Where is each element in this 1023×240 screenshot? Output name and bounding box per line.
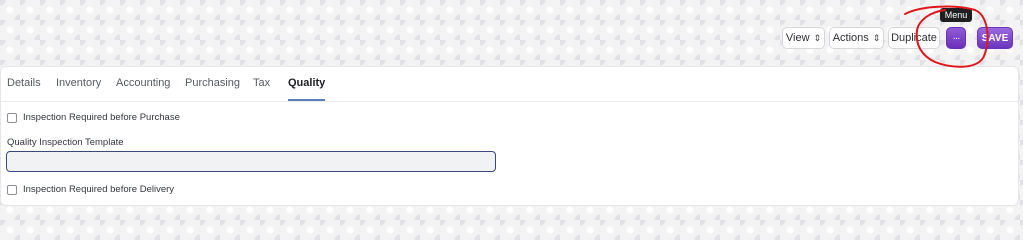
tab-quality[interactable]: Quality [288, 77, 326, 101]
tab-bar: Details Inventory Accounting Purchasing … [1, 67, 1018, 102]
tab-tax[interactable]: Tax [253, 77, 270, 89]
inspection-delivery-label: Inspection Required before Delivery [23, 184, 175, 195]
sort-caret-icon: ⇕ [813, 32, 822, 43]
quality-template-input[interactable] [6, 151, 496, 172]
inspection-purchase-row: Inspection Required before Purchase [7, 112, 180, 123]
save-button[interactable]: SAVE [977, 27, 1013, 49]
menu-tooltip: Menu [940, 8, 972, 22]
duplicate-button[interactable]: Duplicate [888, 27, 940, 49]
view-label: View [785, 32, 810, 44]
inspection-purchase-label: Inspection Required before Purchase [23, 112, 180, 123]
inspection-delivery-checkbox[interactable] [7, 184, 17, 195]
view-dropdown-button[interactable]: View ⇕ [782, 27, 825, 49]
inspection-delivery-row: Inspection Required before Delivery [7, 184, 174, 195]
inspection-purchase-checkbox[interactable] [7, 112, 17, 123]
save-label: SAVE [981, 32, 1009, 44]
actions-label: Actions [832, 32, 869, 44]
tab-accounting[interactable]: Accounting [116, 77, 170, 89]
menu-button[interactable]: ··· [946, 27, 966, 49]
page-toolbar: Menu View ⇕ Actions ⇕ Duplicate ··· SAVE [0, 0, 1023, 60]
sort-caret-icon: ⇕ [872, 32, 881, 43]
actions-dropdown-button[interactable]: Actions ⇕ [829, 27, 884, 49]
tab-purchasing[interactable]: Purchasing [185, 77, 240, 89]
tab-inventory[interactable]: Inventory [56, 77, 101, 89]
template-field-label: Quality Inspection Template [7, 137, 124, 148]
duplicate-label: Duplicate [891, 32, 937, 44]
item-form-panel: Details Inventory Accounting Purchasing … [0, 66, 1019, 206]
tab-details[interactable]: Details [7, 77, 41, 89]
ellipsis-icon: ··· [952, 32, 961, 44]
